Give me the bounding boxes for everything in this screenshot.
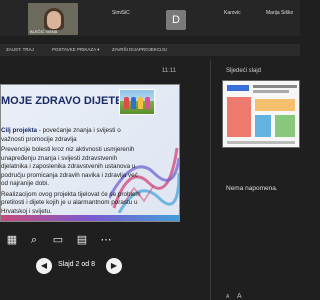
more-options-icon[interactable]: ⋯ — [98, 232, 114, 248]
slide-color-strip — [1, 215, 179, 221]
next-slide-label: Sljedeći slajd — [226, 68, 262, 74]
next-slide-preview[interactable] — [222, 80, 300, 148]
speaker-notes: Nema napomena. — [226, 185, 278, 192]
stop-share-button[interactable]: ZAUST. TRAJ — [6, 47, 34, 52]
goal-label: Cilj projekta — [1, 127, 38, 134]
next-slide-button[interactable]: ▶ — [106, 258, 122, 274]
increase-font-button[interactable]: A — [237, 293, 242, 300]
end-slideshow-button[interactable]: ZAVRŠI DIJAPROJEKCIJU — [112, 47, 167, 52]
avatar[interactable]: D — [166, 10, 186, 30]
presenter-controls: ZAUST. TRAJ POSTAVKE PRIKAZA ▾ ZAVRŠI DI… — [0, 44, 300, 56]
current-slide[interactable]: MOJE ZDRAVO DIJETE Cilj projekta - poveć… — [0, 84, 180, 222]
notes-font-size-controls: A A — [226, 293, 242, 300]
search-icon[interactable]: ⌕ — [26, 232, 42, 248]
slide-bullet: Realizacijom ovog projekta tijelovat će … — [1, 190, 141, 215]
participants-strip: BLEČIĆ IVANA ŠimiŠiĆ D Karovic Marija Ši… — [0, 0, 300, 36]
participant-face — [47, 11, 61, 29]
grid-view-icon[interactable]: ▦ — [4, 232, 20, 248]
slide-photo — [119, 89, 155, 115]
participant-name: BLEČIĆ IVANA — [30, 29, 58, 34]
slide-bullet: Prevencije bolesti kroz niz aktivnosti u… — [1, 146, 138, 187]
pane-divider — [210, 60, 211, 300]
screen-icon[interactable]: ▭ — [50, 232, 66, 248]
slide-toolbar: ▦ ⌕ ▭ ▤ ⋯ — [0, 230, 180, 252]
slide-title: MOJE ZDRAVO DIJETE — [1, 95, 123, 107]
slide-counter: Slajd 2 od 8 — [58, 261, 95, 268]
slide-header: 11:11 — [0, 66, 180, 78]
participant-name[interactable]: Marija Šiško — [266, 10, 293, 40]
decrease-font-button[interactable]: A — [226, 294, 229, 300]
slideshow-timer: 11:11 — [161, 68, 176, 74]
participant-name[interactable]: Karovic — [224, 10, 241, 40]
participant-video-tile[interactable]: BLEČIĆ IVANA — [28, 3, 78, 35]
previous-slide-button[interactable]: ◀ — [36, 258, 52, 274]
slide-navigation: ◀ Slajd 2 od 8 ▶ — [30, 258, 126, 276]
subtitles-icon[interactable]: ▤ — [74, 232, 90, 248]
display-settings-button[interactable]: POSTAVKE PRIKAZA ▾ — [52, 47, 99, 53]
participant-name[interactable]: ŠimiŠiĆ — [112, 10, 130, 40]
slide-body: Cilj projekta - povećanje znanja i svije… — [1, 127, 141, 218]
